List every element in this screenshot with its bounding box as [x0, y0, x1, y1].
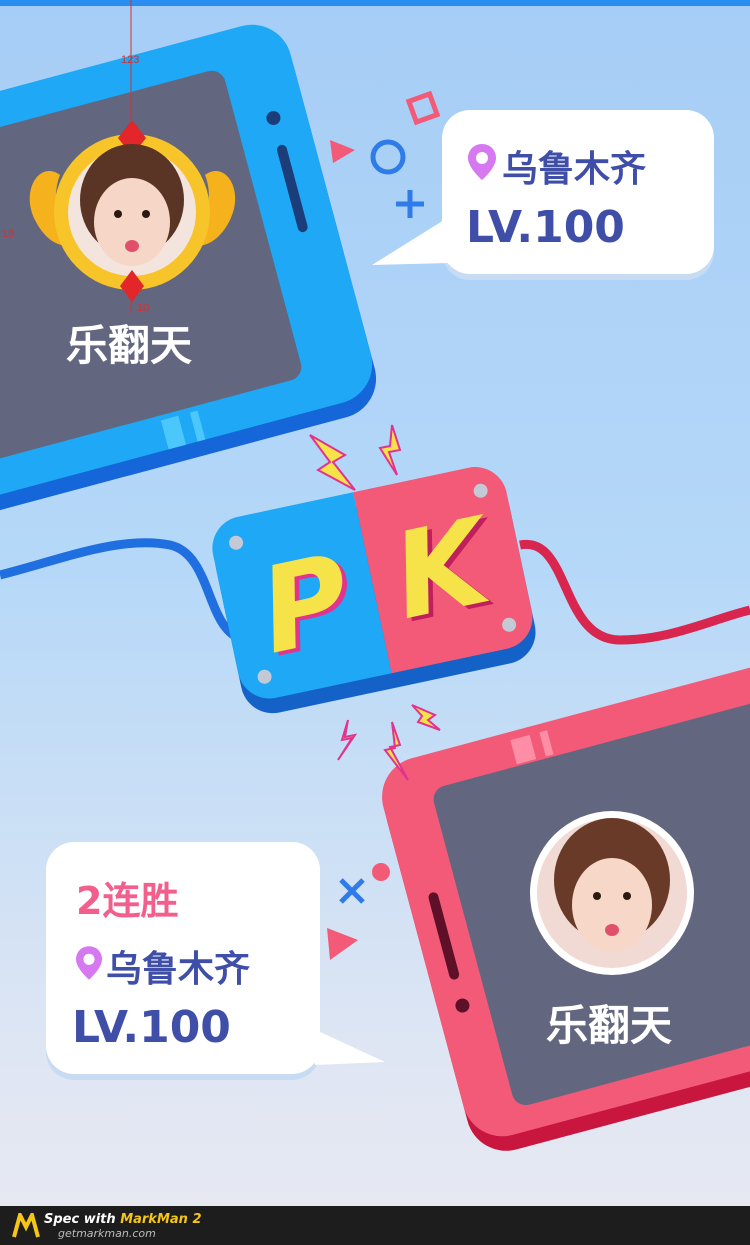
red-cable	[519, 539, 750, 645]
location-pin-icon	[468, 144, 496, 184]
decor-circle	[370, 139, 406, 175]
decor-square	[405, 90, 441, 126]
decor-cross	[339, 878, 365, 904]
top-bubble-tail	[372, 220, 450, 265]
bottom-player-info-bubble: 2连胜 乌鲁木齐 LV.100	[46, 842, 320, 1074]
avatar-face-bottom	[530, 811, 694, 975]
footer-title: Spec with MarkMan 2	[44, 1212, 202, 1227]
measure-label-top: 123	[121, 54, 140, 66]
footer-title-prefix: Spec with	[44, 1212, 121, 1227]
decor-triangle	[330, 140, 355, 163]
markman-logo-icon	[12, 1209, 40, 1243]
decor-dot	[372, 863, 390, 881]
top-player-info-bubble: 乌鲁木齐 LV.100	[442, 110, 714, 274]
decor-plus	[396, 190, 424, 218]
footer-url[interactable]: getmarkman.com	[58, 1227, 156, 1240]
bottom-bubble-tail	[305, 1025, 385, 1065]
measure-label-left: 19	[2, 228, 15, 240]
bottom-player-name: 乐翻天	[546, 1001, 673, 1050]
top-player-location: 乌鲁木齐	[502, 149, 647, 190]
decor-triangle-2	[327, 928, 358, 960]
top-player-name: 乐翻天	[66, 321, 193, 370]
location-pin-icon-2	[76, 946, 102, 984]
blue-cable	[0, 538, 251, 645]
bottom-player-location: 乌鲁木齐	[106, 949, 251, 990]
win-streak-label: 2连胜	[76, 879, 179, 923]
bottom-player-level: LV.100	[72, 1002, 231, 1053]
top-player-level: LV.100	[466, 202, 625, 253]
markman-footer: Spec with MarkMan 2 getmarkman.com	[0, 1206, 750, 1245]
footer-brand: MarkMan 2	[120, 1212, 202, 1227]
